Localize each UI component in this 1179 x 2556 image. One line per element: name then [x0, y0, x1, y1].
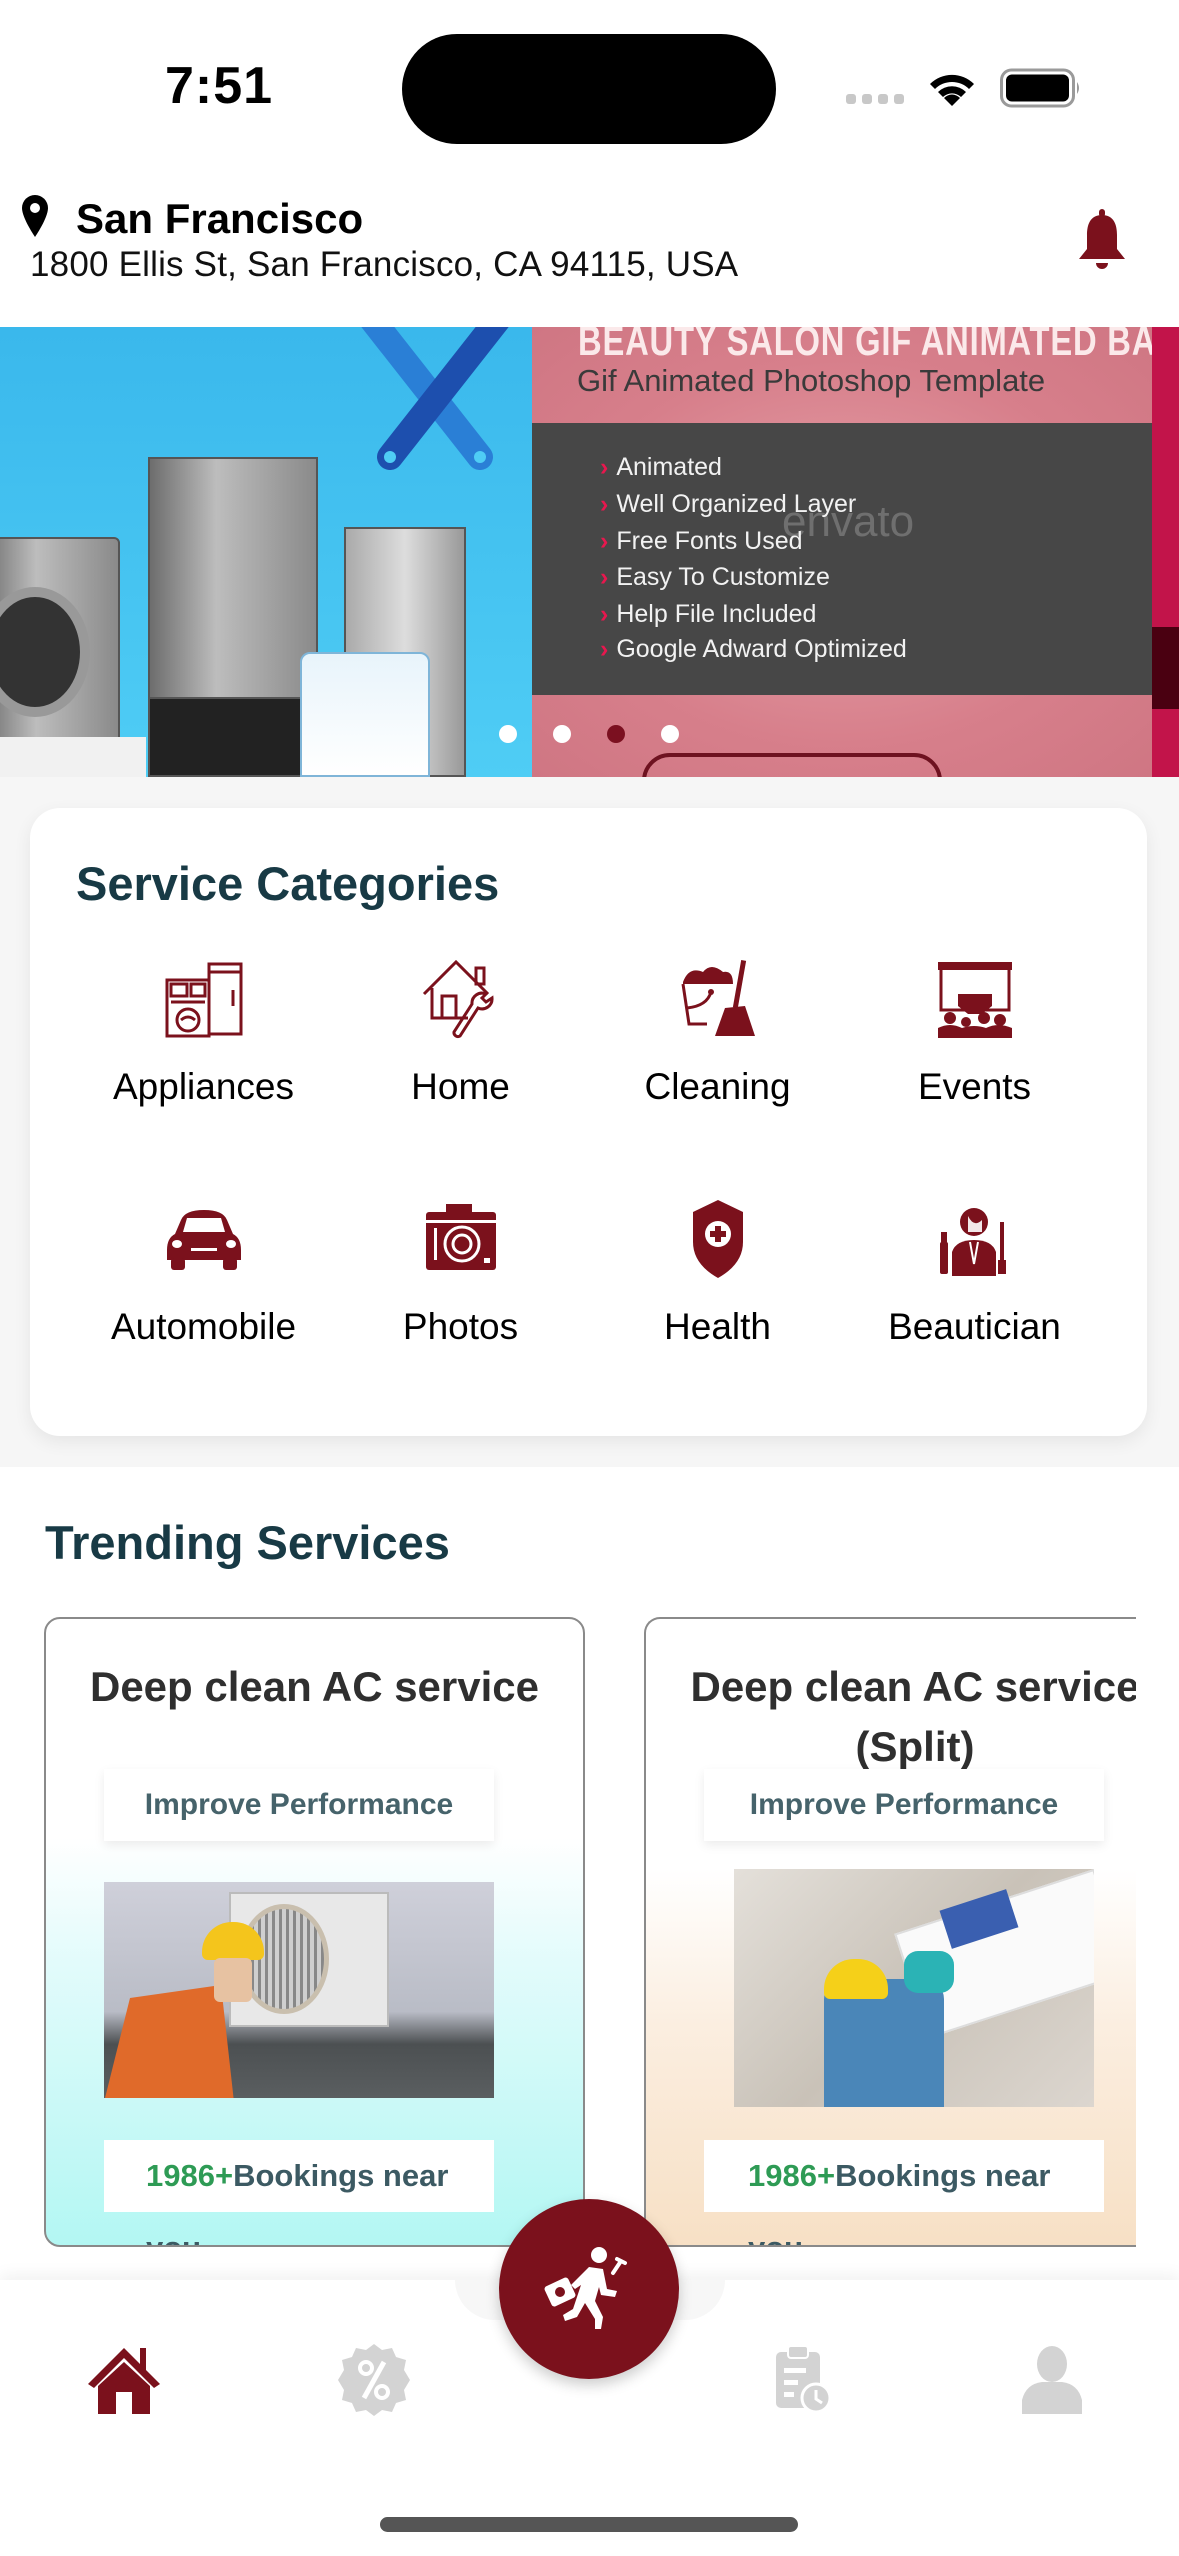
wifi-icon — [930, 74, 974, 106]
nav-bookings[interactable] — [764, 2340, 844, 2420]
bookings-count: 1986+ — [748, 2158, 836, 2193]
banner-feature: › Free Fonts Used — [600, 527, 803, 555]
carousel-dot[interactable] — [499, 725, 517, 743]
service-badge: Improve Performance — [104, 1769, 494, 1841]
category-home[interactable]: Home — [332, 958, 589, 1108]
banner-title: BEAUTY SALON GIF ANIMATED BANNER — [578, 327, 1152, 364]
banner-feature: › Easy To Customize — [600, 563, 830, 591]
banner-feature: › Help File Included — [600, 600, 817, 628]
category-automobile[interactable]: Automobile — [75, 1198, 332, 1348]
carousel-dot-active[interactable] — [607, 725, 625, 743]
service-title: Deep clean AC service (Split) — [690, 1663, 1136, 1770]
discount-badge-icon — [338, 2344, 410, 2416]
service-categories-card: Service Categories Appliances Home Clean… — [30, 808, 1147, 1436]
banner-slide-next[interactable] — [1152, 327, 1179, 777]
crossed-wrenches-icon — [361, 327, 509, 470]
notification-bell-icon[interactable] — [1075, 209, 1129, 271]
service-photo-outdoor-ac — [104, 1882, 494, 2098]
status-time: 7:51 — [165, 57, 274, 115]
nav-profile[interactable] — [1012, 2340, 1092, 2420]
category-label: Appliances — [112, 1066, 294, 1107]
service-categories-title: Service Categories — [76, 857, 500, 910]
banner-cta-outline — [642, 753, 942, 777]
category-label: Home — [411, 1066, 510, 1107]
category-photos[interactable]: Photos — [332, 1198, 589, 1348]
home-repair-icon — [422, 959, 494, 1039]
category-label: Beautician — [888, 1306, 1061, 1347]
category-events[interactable]: Events — [846, 958, 1103, 1108]
white-appliance-image — [0, 737, 146, 777]
book-service-fab[interactable] — [499, 2199, 679, 2379]
home-indicator[interactable] — [380, 2517, 798, 2532]
carousel-dot[interactable] — [661, 725, 679, 743]
cellular-signal-icon — [846, 94, 904, 104]
category-cleaning[interactable]: Cleaning — [589, 958, 846, 1108]
carousel-dots — [499, 725, 679, 743]
status-bar: 7:51 — [0, 0, 1179, 170]
events-icon — [937, 962, 1012, 1038]
water-purifier-image — [300, 652, 430, 777]
trending-service-card[interactable]: Deep clean AC service Improve Performanc… — [44, 1617, 585, 2247]
category-label: Health — [664, 1306, 771, 1347]
bookings-count-label: 1986+Bookings near you — [104, 2140, 494, 2245]
banner-feature-panel: › Animated › Well Organized Layer › Free Fo… — [532, 423, 1152, 695]
nav-offers[interactable] — [334, 2340, 414, 2420]
service-photo-split-ac — [734, 1869, 1094, 2107]
home-icon — [88, 2348, 160, 2414]
health-shield-icon — [692, 1200, 743, 1278]
trending-service-card[interactable]: Deep clean AC service (Split) Improve Pe… — [644, 1617, 1136, 2247]
service-title: Deep clean AC service — [89, 1663, 540, 1710]
nav-home[interactable] — [84, 2340, 164, 2420]
category-label: Cleaning — [644, 1066, 791, 1107]
envato-watermark: envato — [782, 497, 915, 546]
category-label: Automobile — [110, 1306, 297, 1347]
bookings-count: 1986+ — [146, 2158, 234, 2193]
category-label: Photos — [402, 1306, 519, 1347]
battery-icon — [1000, 68, 1079, 108]
carousel-dot[interactable] — [553, 725, 571, 743]
current-address: 1800 Ellis St, San Francisco, CA 94115, … — [30, 245, 739, 284]
car-icon — [166, 1210, 241, 1270]
camera-icon — [425, 1204, 496, 1270]
cleaning-icon — [681, 960, 755, 1036]
banner-feature: › Animated — [600, 453, 722, 481]
category-beautician[interactable]: Beautician — [846, 1198, 1103, 1348]
location-pin-icon — [22, 195, 48, 237]
dynamic-island — [402, 34, 776, 144]
category-appliances[interactable]: Appliances — [75, 958, 332, 1108]
beautician-icon — [939, 1208, 1006, 1276]
banner-slide-beauty-salon[interactable]: BEAUTY SALON GIF ANIMATED BANNER Gif Ani… — [532, 327, 1152, 777]
banner-slide-appliances[interactable] — [0, 327, 532, 777]
location-header[interactable]: San Francisco 1800 Ellis St, San Francis… — [0, 185, 1179, 325]
category-health[interactable]: Health — [589, 1198, 846, 1348]
trending-services-title: Trending Services — [45, 1516, 450, 1569]
banner-feature: › Google Adward Optimized — [600, 635, 907, 663]
profile-icon — [1022, 2346, 1082, 2414]
banner-subtitle: Gif Animated Photoshop Template — [577, 363, 1046, 398]
promo-banner-carousel[interactable]: BEAUTY SALON GIF ANIMATED BANNER Gif Ani… — [0, 327, 1179, 777]
category-label: Events — [917, 1066, 1032, 1107]
service-badge: Improve Performance — [704, 1769, 1104, 1841]
microwave-image — [148, 697, 308, 777]
bookings-count-label: 1986+Bookings near you — [704, 2140, 1104, 2245]
appliances-icon — [165, 962, 242, 1038]
booking-history-icon — [776, 2345, 832, 2414]
current-city: San Francisco — [76, 195, 364, 242]
technician-running-icon — [544, 2247, 627, 2329]
